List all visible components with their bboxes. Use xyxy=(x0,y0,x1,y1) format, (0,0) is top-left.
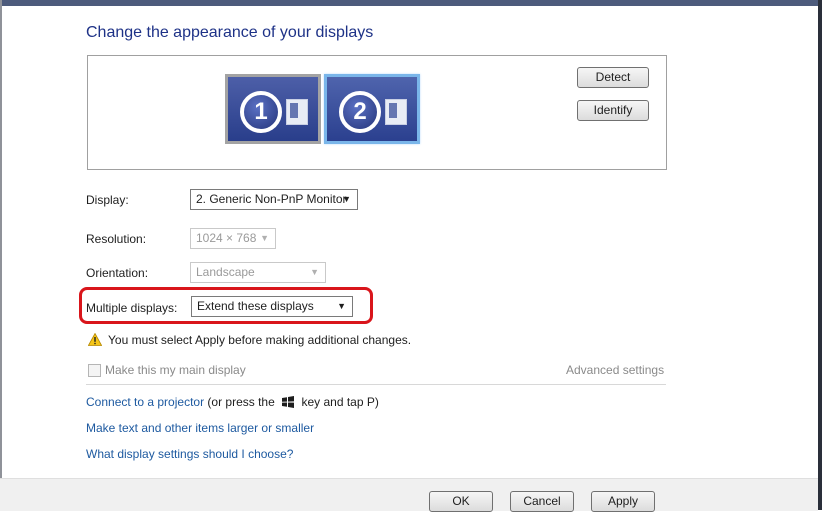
main-display-checkbox[interactable] xyxy=(88,364,101,377)
identify-button[interactable]: Identify xyxy=(577,100,649,121)
multiple-displays-select-value: Extend these displays xyxy=(197,299,314,313)
monitor-screen-icon xyxy=(286,99,308,125)
projector-line: Connect to a projector (or press the key… xyxy=(86,395,379,409)
resolution-select[interactable]: 1024 × 768 ▼ xyxy=(190,228,276,249)
window-top-border xyxy=(0,0,822,6)
window-right-border xyxy=(818,0,822,510)
chevron-down-icon: ▼ xyxy=(337,301,346,311)
cancel-button[interactable]: Cancel xyxy=(510,491,574,512)
orientation-label: Orientation: xyxy=(86,266,149,280)
monitor-2-thumbnail[interactable]: 2 xyxy=(324,74,420,144)
chevron-down-icon: ▼ xyxy=(310,267,319,277)
resolution-select-value: 1024 × 768 xyxy=(196,231,257,245)
window-left-border xyxy=(0,0,2,510)
orientation-select-value: Landscape xyxy=(196,265,255,279)
connect-projector-link[interactable]: Connect to a projector xyxy=(86,395,204,409)
resolution-label: Resolution: xyxy=(86,232,147,246)
monitor-number-2: 2 xyxy=(339,91,381,133)
apply-button[interactable]: Apply xyxy=(591,491,655,512)
warning-icon xyxy=(88,333,102,346)
dialog-footer xyxy=(0,478,818,511)
monitor-screen-icon xyxy=(385,99,407,125)
multiple-displays-label: Multiple displays: xyxy=(86,301,178,315)
orientation-select[interactable]: Landscape ▼ xyxy=(190,262,326,283)
display-settings-help-link[interactable]: What display settings should I choose? xyxy=(86,447,293,461)
display-select[interactable]: 2. Generic Non-PnP Monitor ▼ xyxy=(190,189,358,210)
windows-logo-icon xyxy=(282,396,295,408)
display-select-value: 2. Generic Non-PnP Monitor xyxy=(196,192,347,206)
divider xyxy=(86,384,666,385)
display-label: Display: xyxy=(86,193,129,207)
main-display-checkbox-label: Make this my main display xyxy=(105,363,246,377)
advanced-settings-link[interactable]: Advanced settings xyxy=(566,363,664,377)
multiple-displays-select[interactable]: Extend these displays ▼ xyxy=(191,296,353,317)
detect-button[interactable]: Detect xyxy=(577,67,649,88)
ok-button[interactable]: OK xyxy=(429,491,493,512)
display-preview-panel: 1 2 Detect Identify xyxy=(87,55,667,170)
projector-hint-after: key and tap P) xyxy=(301,395,379,409)
monitor-number-1: 1 xyxy=(240,91,282,133)
apply-warning-text: You must select Apply before making addi… xyxy=(108,333,412,347)
chevron-down-icon: ▼ xyxy=(260,233,269,243)
page-title: Change the appearance of your displays xyxy=(86,24,374,41)
larger-text-link[interactable]: Make text and other items larger or smal… xyxy=(86,421,314,435)
chevron-down-icon: ▼ xyxy=(342,194,351,204)
monitor-1-thumbnail[interactable]: 1 xyxy=(225,74,321,144)
projector-hint-before: (or press the xyxy=(207,395,275,409)
